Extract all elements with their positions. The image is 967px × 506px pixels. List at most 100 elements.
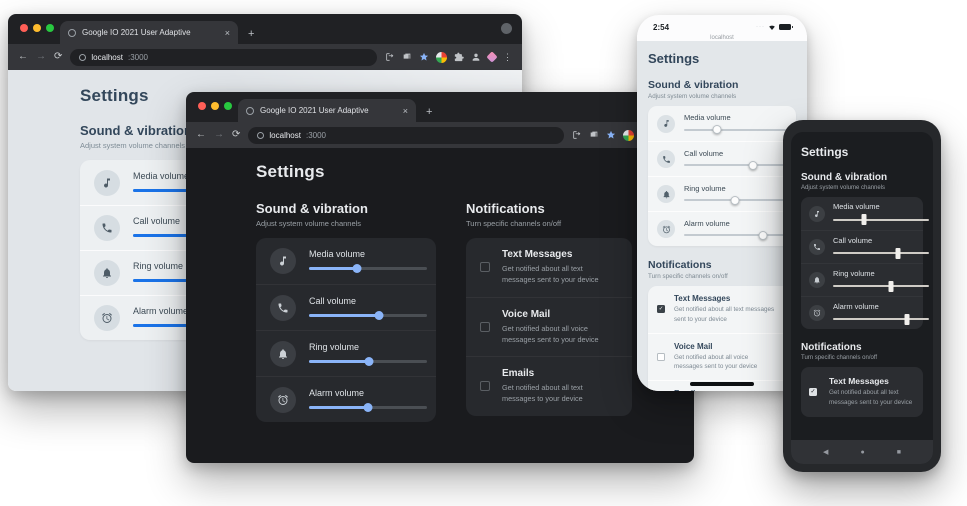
bookmark-star-icon[interactable] <box>606 130 616 140</box>
volume-slider[interactable] <box>684 231 786 240</box>
toolbar-actions: ⋮ <box>385 52 512 63</box>
chrome-beta-icon[interactable] <box>436 52 447 63</box>
slider-thumb[interactable] <box>758 231 767 240</box>
slider-thumb[interactable] <box>353 264 362 273</box>
phone-icon <box>270 295 296 321</box>
volume-slider[interactable] <box>833 314 929 325</box>
nav-recents-icon[interactable]: ■ <box>897 449 901 456</box>
chrome-beta-icon[interactable] <box>623 130 634 141</box>
slider-track[interactable] <box>833 219 929 221</box>
back-icon[interactable]: ← <box>196 130 206 140</box>
slider-track[interactable] <box>833 318 929 320</box>
reload-icon[interactable]: ⟳ <box>54 52 62 62</box>
home-indicator[interactable] <box>690 382 754 386</box>
extension-icon[interactable] <box>454 52 464 62</box>
titlebar-profile-icon[interactable] <box>501 23 512 34</box>
music-note-icon <box>809 206 825 222</box>
volume-slider[interactable] <box>309 311 427 320</box>
forward-icon[interactable]: → <box>214 130 224 140</box>
site-info-icon[interactable] <box>257 132 264 139</box>
volume-slider-row: Call volume <box>648 141 796 176</box>
slider-thumb[interactable] <box>731 196 740 205</box>
volume-slider[interactable] <box>309 403 427 412</box>
notification-checkbox[interactable]: ✓ <box>480 262 490 272</box>
slider-track[interactable] <box>833 285 929 287</box>
close-window-button[interactable] <box>198 102 206 110</box>
tab-close-icon[interactable]: × <box>403 106 408 116</box>
volume-slider[interactable] <box>833 214 929 225</box>
volume-slider[interactable] <box>309 264 427 273</box>
settings-page-phone-light: Settings Sound & vibration Adjust system… <box>637 41 807 391</box>
slider-label: Alarm volume <box>309 388 427 398</box>
browser-window-dark: Google IO 2021 User Adaptive × + ← → ⟳ l… <box>186 92 694 463</box>
volume-slider[interactable] <box>684 125 786 134</box>
notification-row: ✓ Text Messages Get notified about all t… <box>801 367 923 417</box>
slider-label: Alarm volume <box>833 302 929 311</box>
notification-checkbox[interactable]: ✓ <box>657 305 665 313</box>
volume-slider[interactable] <box>833 281 929 292</box>
slider-label: Media volume <box>309 249 427 259</box>
volume-slider[interactable] <box>309 357 427 366</box>
slider-track[interactable] <box>684 234 786 236</box>
slider-thumb[interactable] <box>374 311 383 320</box>
bookmark-star-icon[interactable] <box>419 52 429 62</box>
slider-thumb[interactable] <box>365 357 374 366</box>
alarm-icon <box>809 305 825 321</box>
gem-icon[interactable] <box>486 51 497 62</box>
slider-track[interactable] <box>684 129 786 131</box>
reload-icon[interactable]: ⟳ <box>232 130 240 140</box>
notifications-section: Notifications Turn specific channels on/… <box>466 201 632 422</box>
slider-thumb[interactable] <box>749 161 758 170</box>
tab-favicon-icon <box>246 107 254 115</box>
minimize-window-button[interactable] <box>33 24 41 32</box>
volume-slider-row: Ring volume <box>648 176 796 211</box>
section-subtitle: Turn specific channels on/off <box>466 219 632 228</box>
browser-tab[interactable]: Google IO 2021 User Adaptive × <box>60 21 238 44</box>
slider-thumb[interactable] <box>888 281 893 292</box>
notification-description: Get notified about all text messages sen… <box>829 388 929 408</box>
new-tab-button[interactable]: + <box>248 28 254 40</box>
zoom-window-button[interactable] <box>46 24 54 32</box>
profile-icon[interactable] <box>471 52 481 62</box>
volume-slider[interactable] <box>684 196 786 205</box>
share-icon[interactable] <box>385 52 395 62</box>
notification-checkbox[interactable]: ✓ <box>809 388 817 396</box>
slider-thumb[interactable] <box>861 214 866 225</box>
tab-devices-icon[interactable] <box>589 130 599 140</box>
volume-slider-row: Call volume <box>801 230 923 263</box>
forward-icon[interactable]: → <box>36 52 46 62</box>
slider-thumb[interactable] <box>364 403 373 412</box>
nav-back-icon[interactable]: ◀ <box>823 449 828 456</box>
zoom-window-button[interactable] <box>224 102 232 110</box>
close-window-button[interactable] <box>20 24 28 32</box>
slider-thumb[interactable] <box>712 125 721 134</box>
phone-screen: Settings Sound & vibration Adjust system… <box>791 132 933 464</box>
phone-mockup-dark: Settings Sound & vibration Adjust system… <box>783 120 941 472</box>
notification-checkbox[interactable]: ✓ <box>480 322 490 332</box>
notification-title: Emails <box>674 389 778 391</box>
address-bar[interactable]: localhost :3000 <box>248 127 564 144</box>
browser-tab[interactable]: Google IO 2021 User Adaptive × <box>238 99 416 122</box>
slider-thumb[interactable] <box>896 248 901 259</box>
notification-row: ✓ Text Messages Get notified about all t… <box>466 238 632 297</box>
tab-devices-icon[interactable] <box>402 52 412 62</box>
notification-checkbox[interactable]: ✓ <box>657 353 665 361</box>
share-icon[interactable] <box>572 130 582 140</box>
back-icon[interactable]: ← <box>18 52 28 62</box>
overflow-menu-icon[interactable]: ⋮ <box>503 52 512 63</box>
notification-checkbox[interactable]: ✓ <box>480 381 490 391</box>
slider-track[interactable] <box>684 164 786 166</box>
tab-close-icon[interactable]: × <box>225 28 230 38</box>
slider-label: Ring volume <box>833 269 929 278</box>
address-bar[interactable]: localhost :3000 <box>70 49 377 66</box>
site-info-icon[interactable] <box>79 54 86 61</box>
volume-slider[interactable] <box>684 161 786 170</box>
volume-slider[interactable] <box>833 248 929 259</box>
new-tab-button[interactable]: + <box>426 106 432 118</box>
slider-track[interactable] <box>833 252 929 254</box>
slider-thumb[interactable] <box>904 314 909 325</box>
battery-icon <box>779 24 791 30</box>
nav-home-icon[interactable]: ● <box>860 449 864 456</box>
minimize-window-button[interactable] <box>211 102 219 110</box>
status-icons: ··· <box>756 18 791 36</box>
